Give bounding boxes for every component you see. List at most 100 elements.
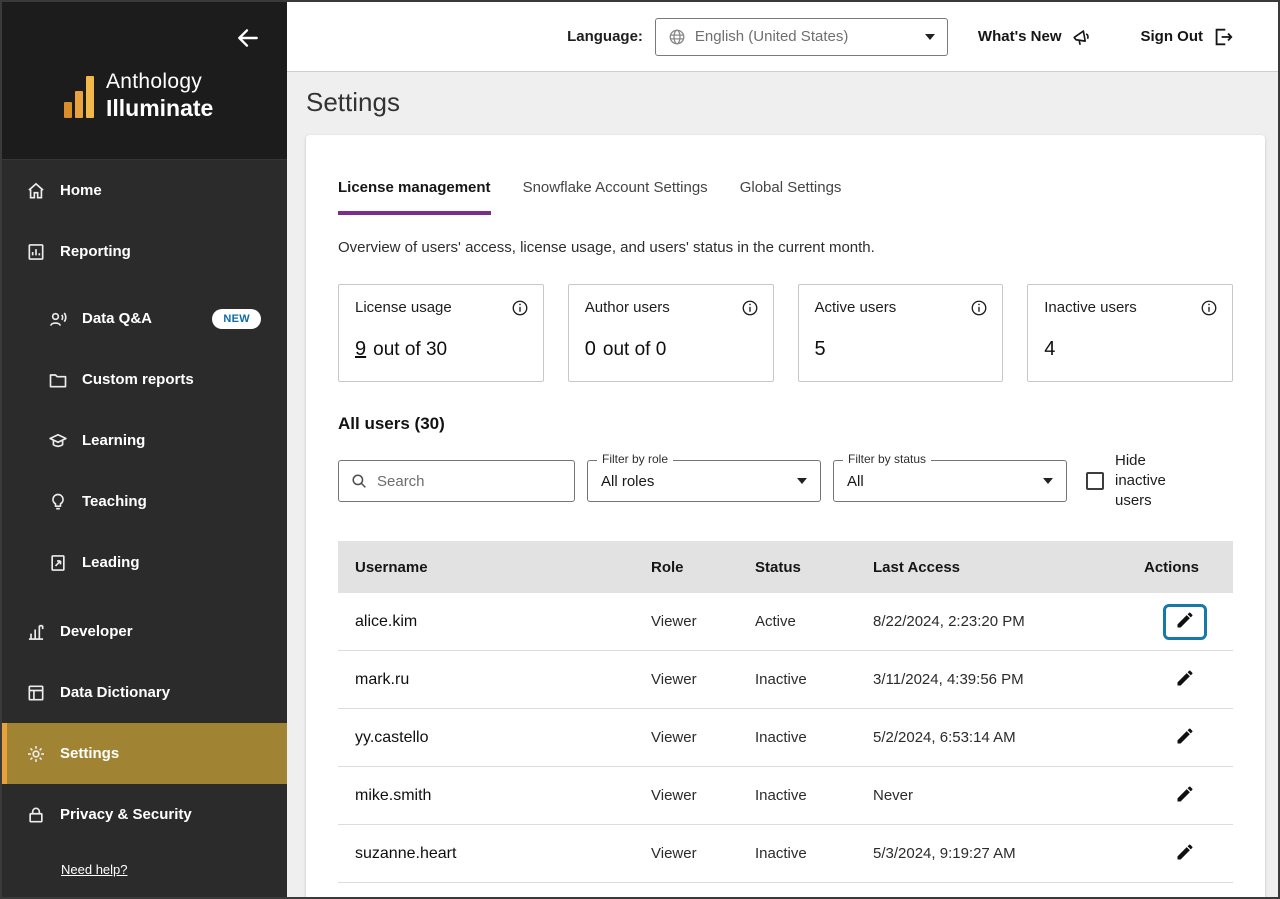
sidebar-item-learning[interactable]: Learning	[2, 410, 287, 471]
chevron-down-icon	[1043, 478, 1053, 484]
stat-label: Active users	[815, 299, 897, 316]
sidebar-item-label: Custom reports	[82, 371, 194, 388]
stat-label: Inactive users	[1044, 299, 1137, 316]
sidebar-item-leading[interactable]: Leading	[2, 532, 287, 593]
cell-last-access: 8/22/2024, 2:23:20 PM	[856, 613, 1136, 630]
tab-global-settings[interactable]: Global Settings	[740, 179, 842, 215]
edit-user-button[interactable]	[1163, 604, 1207, 640]
sidebar-item-reporting[interactable]: Reporting	[2, 221, 287, 282]
pencil-icon	[1175, 784, 1195, 807]
sidebar-item-label: Privacy & Security	[60, 806, 192, 823]
stat-card-author-users: Author users 0out of 0	[568, 284, 774, 382]
edit-user-button[interactable]	[1163, 720, 1207, 756]
cell-last-access: 5/3/2024, 9:19:27 AM	[856, 845, 1136, 862]
brand-logo: Anthology Illuminate	[64, 70, 213, 122]
cell-role: Viewer	[634, 845, 738, 862]
megaphone-icon	[1071, 26, 1093, 48]
cell-last-access: Never	[856, 787, 1136, 804]
sign-out-label: Sign Out	[1141, 28, 1204, 45]
anthology-logo-icon	[64, 74, 94, 118]
cell-role: Viewer	[634, 613, 738, 630]
edit-user-button[interactable]	[1163, 662, 1207, 698]
search-box	[338, 460, 575, 502]
whats-new-button[interactable]: What's New	[978, 26, 1093, 48]
new-badge: NEW	[212, 309, 261, 329]
app-frame: Anthology Illuminate Home Reporting Data…	[0, 0, 1280, 899]
sidebar-header: Anthology Illuminate	[2, 2, 287, 160]
language-value: English (United States)	[695, 28, 848, 45]
home-icon	[26, 181, 46, 201]
sidebar-item-label: Developer	[60, 623, 133, 640]
hide-inactive-users-group: Hide inactive users	[1086, 451, 1177, 511]
stat-label: Author users	[585, 299, 670, 316]
table-row: mike.smith Viewer Inactive Never	[338, 767, 1233, 825]
stat-card-active-users: Active users 5	[798, 284, 1004, 382]
sign-out-button[interactable]: Sign Out	[1141, 26, 1235, 48]
tab-snowflake-account-settings[interactable]: Snowflake Account Settings	[523, 179, 708, 215]
filter-by-role-dropdown[interactable]: Filter by role All roles	[587, 460, 821, 502]
whats-new-label: What's New	[978, 28, 1062, 45]
leading-icon	[48, 553, 68, 573]
sidebar-item-settings[interactable]: Settings	[2, 723, 287, 784]
data-qa-icon	[48, 309, 68, 329]
learning-icon	[48, 431, 68, 451]
sidebar-item-label: Learning	[82, 432, 145, 449]
sidebar-item-privacy-security[interactable]: Privacy & Security	[2, 784, 287, 845]
cell-status: Inactive	[738, 845, 856, 862]
topbar: Language: English (United States) What's…	[287, 2, 1278, 72]
data-dictionary-icon	[26, 683, 46, 703]
sidebar-item-custom-reports[interactable]: Custom reports	[2, 349, 287, 410]
hide-inactive-users-checkbox[interactable]	[1086, 472, 1104, 490]
brand-name-top: Anthology	[106, 70, 213, 94]
sidebar-item-label: Reporting	[60, 243, 131, 260]
column-header-last-access: Last Access	[856, 559, 1136, 576]
gear-icon	[26, 744, 46, 764]
search-input[interactable]	[377, 473, 563, 490]
edit-user-button[interactable]	[1163, 778, 1207, 814]
sidebar-item-teaching[interactable]: Teaching	[2, 471, 287, 532]
sidebar-nav: Home Reporting Data Q&A NEW Custom repor…	[2, 160, 287, 845]
info-icon[interactable]	[970, 299, 988, 317]
cell-status: Inactive	[738, 729, 856, 746]
cell-role: Viewer	[634, 787, 738, 804]
filter-by-status-label: Filter by status	[843, 452, 931, 466]
pencil-icon	[1175, 726, 1195, 749]
chevron-down-icon	[925, 34, 935, 40]
custom-reports-icon	[48, 370, 68, 390]
sidebar-item-developer[interactable]: Developer	[2, 601, 287, 662]
info-icon[interactable]	[511, 299, 529, 317]
cell-role: Viewer	[634, 729, 738, 746]
search-icon	[350, 472, 368, 490]
sidebar-item-home[interactable]: Home	[2, 160, 287, 221]
sign-out-icon	[1212, 26, 1234, 48]
stat-suffix: out of 0	[603, 339, 666, 360]
sidebar-item-label: Settings	[60, 745, 119, 762]
globe-icon	[668, 28, 686, 46]
tab-license-management[interactable]: License management	[338, 179, 491, 215]
stat-card-inactive-users: Inactive users 4	[1027, 284, 1233, 382]
collapse-sidebar-button[interactable]	[233, 24, 263, 54]
tab-bar: License management Snowflake Account Set…	[338, 179, 1233, 215]
sidebar-item-label: Leading	[82, 554, 140, 571]
filter-by-status-dropdown[interactable]: Filter by status All	[833, 460, 1067, 502]
filters-row: Filter by role All roles Filter by statu…	[338, 451, 1233, 511]
sidebar-item-data-dictionary[interactable]: Data Dictionary	[2, 662, 287, 723]
edit-user-button[interactable]	[1163, 836, 1207, 872]
column-header-username: Username	[338, 559, 634, 576]
language-dropdown[interactable]: English (United States)	[655, 18, 948, 56]
main-area: Language: English (United States) What's…	[287, 2, 1278, 897]
cell-username: mike.smith	[338, 787, 634, 805]
cell-status: Active	[738, 613, 856, 630]
stat-label: License usage	[355, 299, 452, 316]
all-users-heading: All users (30)	[338, 414, 1233, 434]
info-icon[interactable]	[741, 299, 759, 317]
developer-icon	[26, 622, 46, 642]
pencil-icon	[1175, 842, 1195, 865]
chevron-down-icon	[797, 478, 807, 484]
info-icon[interactable]	[1200, 299, 1218, 317]
cell-username: yy.castello	[338, 729, 634, 747]
stat-value: 4	[1044, 338, 1055, 360]
need-help-link[interactable]: Need help?	[61, 862, 128, 877]
hide-inactive-users-label: Hide inactive users	[1115, 451, 1177, 511]
sidebar-item-data-qa[interactable]: Data Q&A NEW	[2, 288, 287, 349]
